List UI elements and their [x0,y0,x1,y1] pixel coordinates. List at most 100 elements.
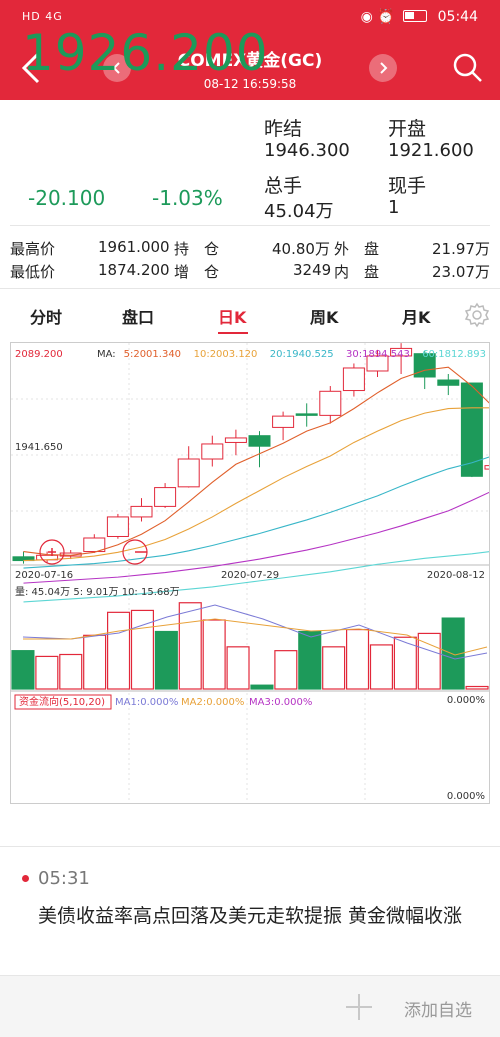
volume-value: 45.04万 [264,201,334,222]
divider [10,225,490,226]
candle [319,390,342,416]
tab-daily-k[interactable]: 日K [218,304,246,328]
candle [248,435,271,447]
volume-bar [83,634,107,690]
prev-close-label: 昨结 [264,118,303,140]
ma-legend-item: MA: [97,349,116,360]
alarm-icon: ⏰ [377,9,395,25]
add-watchlist-button[interactable]: 添加自选 [404,996,472,1021]
news-time: 05:31 [38,868,90,889]
candle [201,443,224,460]
volume-bar [154,630,178,690]
price-change: -20.100 [28,186,106,210]
date-label-start: 2020-07-16 [15,570,73,581]
fund-ma2-label: MA2:0.000% [181,697,244,708]
oi-value: 40.80万 [272,240,330,258]
outer-value: 21.97万 [432,240,490,258]
news-dot-icon [22,875,29,882]
ma-legend-item: 30:1894.543 [346,349,410,360]
last-price: 1926.200 [22,24,269,82]
fund-bottom-label: 0.000% [447,791,485,802]
plus-icon[interactable] [346,994,372,1020]
candle [437,379,460,386]
low-label: 最低价 [10,263,56,281]
chevron-right-icon [380,62,388,74]
volume-bar [298,630,322,690]
volume-label: 总手 [264,175,303,197]
date-label-mid: 2020-07-29 [221,570,279,581]
candle [106,516,129,537]
candle [224,437,247,443]
volume-bar [465,685,489,690]
volume-bar [250,684,274,690]
ma-legend-item: 20:1940.525 [270,349,334,360]
tab-orderbook[interactable]: 盘口 [122,304,154,328]
volume-bar [202,619,226,690]
footer-bar: 添加自选 [0,975,500,1037]
kline-chart-svg: 2089.200 1941.650 MA: 5:2001.340 10:2003.120… [11,343,500,803]
volume-bar [346,628,370,690]
fund-top-label: 0.000% [447,695,485,706]
volume-bar [322,646,346,690]
volume-legend: 量: 45.04万 5: 9.01万 10: 15.68万 [15,586,180,598]
volume-bar [417,632,441,690]
gear-icon[interactable] [464,302,490,328]
news-headline[interactable]: 美债收益率高点回落及美元走软提振 黄金微幅收涨 [38,902,478,931]
ma-legend-item: 60:1812.893 [422,349,486,360]
outer-label: 外 盘 [334,240,380,258]
low-value: 1874.200 [98,261,170,279]
open-value: 1921.600 [388,140,474,161]
battery-icon [403,10,428,22]
candle [484,465,500,470]
volume-bar [59,653,83,690]
current-hand-value: 1 [388,197,400,218]
eye-icon: ◉ [360,9,373,25]
tab-weekly-k[interactable]: 周K [310,304,338,328]
status-right: ◉ ⏰ 05:44 [361,9,478,25]
open-label: 开盘 [388,118,427,140]
volume-bar [35,655,59,690]
prev-close-value: 1946.300 [264,140,350,161]
fund-ma1-label: MA1:0.000% [115,697,178,708]
candle [130,505,153,518]
divider [0,846,500,847]
chart-tabs: 分时 盘口 日K 周K 月K [0,290,500,334]
price-axis-mid-label: 1941.650 [15,442,63,453]
tab-intraday[interactable]: 分时 [30,304,62,328]
price-change-pct: -1.03% [152,186,223,210]
high-label: 最高价 [10,240,56,258]
candle [295,413,318,416]
ma-legend-item: 5:2001.340 [124,349,181,360]
oi-label: 持 仓 [174,240,220,258]
price-axis-top-label: 2089.200 [15,349,63,360]
inc-value: 3249 [293,261,332,279]
divider [0,288,500,289]
volume-bar [178,602,202,690]
next-instrument-button[interactable] [369,54,397,82]
volume-bar [11,650,35,690]
inc-label: 增 仓 [174,263,220,281]
volume-bar [106,611,131,690]
volume-bar [226,646,250,690]
candle [342,367,365,392]
inner-value: 23.07万 [432,263,490,281]
inner-label: 内 盘 [334,263,380,281]
search-icon[interactable] [452,52,484,84]
current-hand-label: 现手 [388,175,427,197]
fund-ma3-label: MA3:0.000% [249,697,312,708]
kline-chart[interactable]: 2089.200 1941.650 MA: 5:2001.340 10:2003.120… [10,342,500,804]
high-value: 1961.000 [98,238,170,256]
tab-monthly-k[interactable]: 月K [402,304,430,328]
ma5-line [23,366,496,556]
ma-legend-item: 10:2003.120 [194,349,258,360]
candle [154,487,177,507]
network-indicator: HD 4G [22,10,63,23]
volume-bar [369,644,393,690]
candle [177,458,200,488]
date-label-end: 2020-08-12 [427,570,485,581]
clock: 05:44 [437,9,478,25]
volume-bar [274,650,298,690]
active-tab-underline [218,332,248,334]
fund-flow-label: 资金流向(5,10,20) [19,695,105,708]
candle [272,415,295,428]
